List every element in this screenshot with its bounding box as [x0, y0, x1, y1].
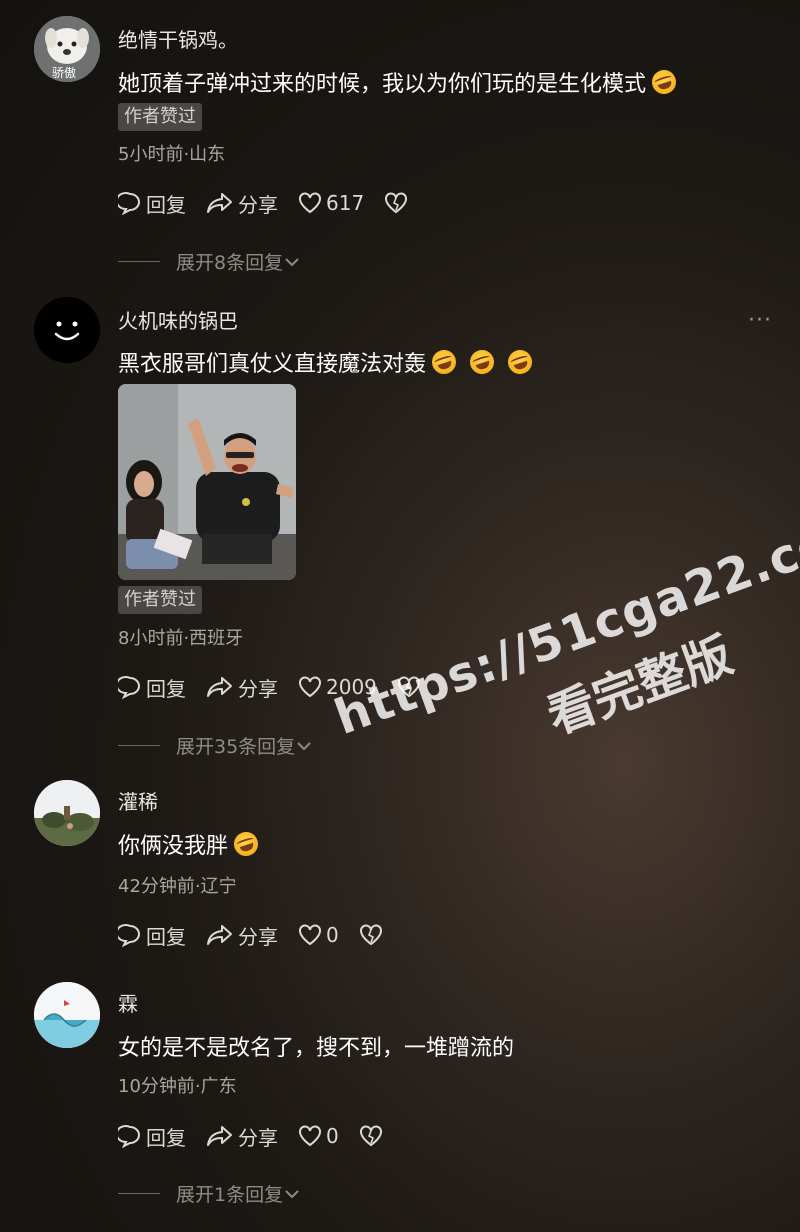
dislike-button[interactable] [359, 924, 387, 946]
share-icon [207, 677, 232, 697]
comment-author[interactable]: 火机味的锅巴 [118, 305, 238, 334]
dislike-button[interactable] [384, 192, 412, 214]
reply-icon [118, 676, 140, 699]
avatar[interactable] [34, 297, 100, 363]
chevron-down-icon [285, 257, 299, 266]
like-button[interactable]: 2009 [298, 675, 377, 699]
comment-meta: 42分钟前·辽宁 [118, 876, 237, 897]
comment-author[interactable]: 霖 [118, 988, 138, 1017]
share-label: 分享 [238, 676, 278, 701]
avatar-caption: 骄傲 [52, 66, 77, 80]
broken-heart-icon [359, 924, 382, 946]
laughing-tears-emoji-icon [648, 66, 680, 98]
watermark: https://51cga22.com 看完整版 [290, 412, 800, 787]
share-label: 分享 [238, 1125, 278, 1150]
divider [118, 1193, 160, 1194]
reply-icon [118, 192, 140, 215]
share-button[interactable]: 分享 [206, 189, 278, 218]
comment-author[interactable]: 绝情干锅鸡。 [118, 24, 238, 53]
reply-label: 回复 [146, 1125, 186, 1150]
expand-replies-label: 展开1条回复 [176, 1184, 284, 1206]
like-count: 0 [326, 1124, 339, 1148]
like-button[interactable]: 617 [298, 191, 364, 215]
comment-text: 你俩没我胖 [118, 828, 262, 860]
comment-photo[interactable] [118, 384, 296, 580]
share-button[interactable]: 分享 [206, 673, 278, 702]
expand-replies-label: 展开8条回复 [176, 252, 284, 274]
heart-icon [299, 676, 321, 698]
divider [118, 261, 160, 262]
like-count: 617 [326, 191, 365, 215]
comment-text: 黑衣服哥们真仗义直接魔法对轰 [118, 346, 536, 378]
comment-text: 女的是不是改名了，搜不到，一堆蹭流的 [118, 1030, 514, 1062]
dislike-button[interactable] [397, 676, 425, 698]
wave-avatar-icon [34, 982, 100, 1048]
reply-button[interactable]: 回复 [118, 189, 186, 218]
share-icon [207, 1126, 232, 1146]
author-liked-badge: 作者赞过 [118, 103, 202, 131]
share-label: 分享 [238, 192, 278, 217]
reply-button[interactable]: 回复 [118, 921, 186, 950]
share-label: 分享 [238, 924, 278, 949]
comment-author[interactable]: 灌稀 [118, 786, 158, 815]
share-icon [207, 193, 232, 213]
laughing-tears-emoji-icon [428, 346, 460, 378]
broken-heart-icon [385, 192, 408, 214]
comment-meta: 8小时前·西班牙 [118, 628, 244, 649]
share-icon [207, 925, 232, 945]
like-button[interactable]: 0 [298, 923, 339, 947]
chevron-down-icon [297, 741, 311, 750]
comment-text-body: 你俩没我胖 [118, 834, 229, 859]
more-options-icon[interactable]: ··· [748, 308, 772, 333]
heart-icon [299, 924, 321, 946]
laughing-tears-emoji-icon [504, 346, 536, 378]
comment-actions: 回复 分享 617 [118, 188, 432, 218]
laughing-tears-emoji-icon [466, 346, 498, 378]
smiley-avatar-icon [34, 297, 100, 363]
comment-text-body: 黑衣服哥们真仗义直接魔法对轰 [118, 352, 427, 377]
comment-meta: 5小时前·山东 [118, 144, 226, 165]
comment-actions: 回复 分享 0 [118, 920, 407, 950]
comment-actions: 回复 分享 0 [118, 1121, 407, 1151]
reply-button[interactable]: 回复 [118, 673, 186, 702]
expand-replies[interactable]: 展开35条回复 [118, 732, 313, 759]
comment-text-body: 她顶着子弹冲过来的时候，我以为你们玩的是生化模式 [118, 72, 647, 97]
reply-icon [118, 924, 140, 947]
comment-actions: 回复 分享 2009 [118, 672, 445, 702]
like-button[interactable]: 0 [298, 1124, 339, 1148]
reply-button[interactable]: 回复 [118, 1122, 186, 1151]
avatar[interactable] [34, 780, 100, 846]
reply-label: 回复 [146, 192, 186, 217]
avatar[interactable] [34, 982, 100, 1048]
heart-icon [299, 1125, 321, 1147]
dislike-button[interactable] [359, 1125, 387, 1147]
reply-label: 回复 [146, 676, 186, 701]
chevron-down-icon [285, 1189, 299, 1198]
watermark-url: https://51cga22.com [327, 496, 800, 746]
watermark-subtitle: 看完整版 [540, 626, 740, 746]
reply-label: 回复 [146, 924, 186, 949]
broken-heart-icon [359, 1125, 382, 1147]
expand-replies[interactable]: 展开1条回复 [118, 1180, 301, 1207]
laughing-tears-emoji-icon [230, 828, 262, 860]
comment-meta: 10分钟前·广东 [118, 1076, 237, 1097]
comment-text-body: 女的是不是改名了，搜不到，一堆蹭流的 [118, 1036, 515, 1061]
photo-people-image [118, 384, 296, 580]
like-count: 0 [326, 923, 339, 947]
reply-icon [118, 1125, 140, 1148]
comment-text: 她顶着子弹冲过来的时候，我以为你们玩的是生化模式 [118, 66, 680, 98]
broken-heart-icon [397, 676, 420, 698]
expand-replies-label: 展开35条回复 [176, 736, 296, 758]
landscape-avatar-icon [34, 780, 100, 846]
divider [118, 745, 160, 746]
share-button[interactable]: 分享 [206, 1122, 278, 1151]
avatar[interactable]: 骄傲 [34, 16, 100, 82]
share-button[interactable]: 分享 [206, 921, 278, 950]
expand-replies[interactable]: 展开8条回复 [118, 248, 301, 275]
author-liked-badge: 作者赞过 [118, 586, 202, 614]
heart-icon [299, 192, 321, 214]
like-count: 2009 [326, 675, 377, 699]
